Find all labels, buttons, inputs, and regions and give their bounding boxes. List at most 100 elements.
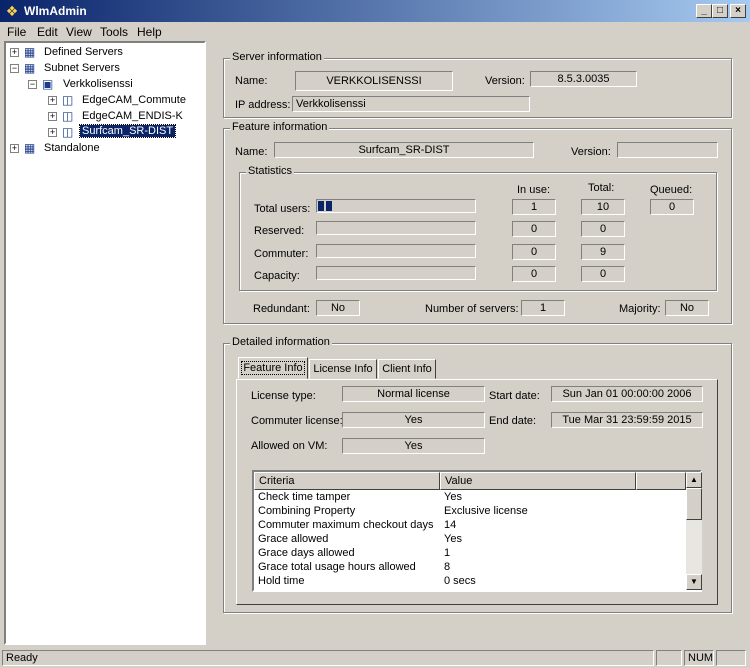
menu-tools[interactable]: Tools: [100, 25, 128, 39]
list-item-value: 14: [444, 519, 457, 531]
end-date-field: Tue Mar 31 23:59:59 2015: [551, 412, 703, 428]
tree-item-defined-servers[interactable]: Defined Servers: [44, 46, 123, 58]
column-header-criteria[interactable]: Criteria: [254, 472, 440, 490]
stat-in-use-field: 0: [512, 266, 556, 282]
column-header-value[interactable]: Value: [440, 472, 636, 490]
tree-item-subnet-servers[interactable]: Subnet Servers: [44, 62, 120, 74]
statistics-group: [239, 172, 717, 291]
list-item-criteria[interactable]: Grace total usage hours allowed: [258, 560, 416, 574]
stat-label: Reserved:: [254, 225, 305, 237]
tab-client-info[interactable]: Client Info: [378, 359, 436, 379]
server-name-field: VERKKOLISENSSI: [295, 71, 453, 91]
minimize-button[interactable]: _: [696, 4, 712, 18]
feature-version-field: [617, 142, 718, 158]
expand-icon[interactable]: +: [10, 144, 19, 153]
list-item-value: Yes: [444, 491, 462, 503]
label: Name:: [235, 146, 268, 158]
server-tree[interactable]: + ▦ Defined Servers − ▦ Subnet Servers −…: [4, 41, 206, 645]
tree-item-feature-selected[interactable]: Surfcam_SR-DIST: [78, 124, 177, 138]
tab-label: Client Info: [382, 363, 432, 375]
stat-in-use-field: 0: [512, 244, 556, 260]
expand-icon[interactable]: +: [10, 48, 19, 57]
start-date-field: Sun Jan 01 00:00:00 2006: [551, 386, 703, 402]
number-of-servers-field: 1: [521, 300, 565, 316]
stat-queued-field: 0: [650, 199, 694, 215]
majority-field: No: [665, 300, 709, 316]
stat-label: Capacity:: [254, 270, 300, 282]
list-item-value: 1: [444, 547, 451, 559]
stat-label: Commuter:: [254, 248, 309, 260]
menu-help[interactable]: Help: [137, 25, 162, 39]
panel-splitter[interactable]: [206, 41, 212, 645]
tab-feature-info[interactable]: Feature Info: [238, 357, 308, 379]
list-item-criteria[interactable]: Combining Property: [258, 504, 355, 518]
menu-bar: File Edit View Tools Help: [0, 22, 750, 41]
column-header: Queued:: [650, 184, 693, 196]
total-users-bar: [316, 199, 476, 213]
stat-total-field: 0: [581, 221, 625, 237]
window-icon: ◫: [62, 125, 74, 139]
maximize-button[interactable]: □: [712, 4, 728, 18]
list-item-value: Exclusive license: [444, 505, 528, 517]
list-item-criteria[interactable]: Grace days allowed: [258, 546, 355, 560]
group-title: Feature information: [230, 121, 330, 133]
close-button[interactable]: ×: [730, 4, 746, 18]
list-item-criteria[interactable]: Check time tamper: [258, 490, 350, 504]
total-users-bar-fill: [318, 201, 334, 211]
num-lock-indicator: NUM: [684, 650, 714, 666]
menu-view[interactable]: View: [66, 25, 92, 39]
scroll-down-icon[interactable]: ▼: [686, 574, 702, 590]
scroll-up-icon[interactable]: ▲: [686, 472, 702, 488]
label: Version:: [571, 146, 611, 158]
collapse-icon[interactable]: −: [10, 64, 19, 73]
list-item-criteria[interactable]: Grace allowed: [258, 532, 328, 546]
tree-item-server[interactable]: Verkkolisenssi: [63, 78, 133, 90]
feature-name-field: Surfcam_SR-DIST: [274, 142, 534, 158]
tree-item-feature[interactable]: EdgeCAM_Commute: [82, 94, 186, 106]
label: Start date:: [489, 390, 540, 402]
scroll-thumb[interactable]: [686, 488, 702, 520]
stat-in-use-field: 1: [512, 199, 556, 215]
tab-license-info[interactable]: License Info: [309, 359, 377, 379]
tab-label: License Info: [313, 363, 373, 375]
list-item-value: Yes: [444, 533, 462, 545]
expand-icon[interactable]: +: [48, 128, 57, 137]
stat-label: Total users:: [254, 203, 311, 215]
redundant-field: No: [316, 300, 360, 316]
computer-icon: ▣: [42, 77, 54, 91]
stat-in-use-field: 0: [512, 221, 556, 237]
label: Majority:: [619, 303, 661, 315]
column-header: Total:: [588, 182, 615, 194]
status-pane: [656, 650, 682, 666]
label: Commuter license:: [251, 415, 343, 427]
window-title: WlmAdmin: [24, 4, 87, 18]
window-icon: ◫: [62, 93, 74, 107]
expand-icon[interactable]: +: [48, 96, 57, 105]
status-pane: [716, 650, 746, 666]
title-bar: ❖ WlmAdmin _ □ ×: [0, 0, 750, 22]
expand-icon[interactable]: +: [48, 112, 57, 121]
commuter-bar: [316, 244, 476, 258]
status-bar: Ready NUM: [0, 648, 750, 668]
menu-edit[interactable]: Edit: [37, 25, 58, 39]
label: IP address:: [235, 99, 291, 111]
tree-item-standalone[interactable]: Standalone: [44, 142, 100, 154]
stat-total-field: 0: [581, 266, 625, 282]
list-item-criteria[interactable]: Commuter maximum checkout days: [258, 518, 433, 532]
allowed-on-vm-field: Yes: [342, 438, 485, 454]
menu-file[interactable]: File: [7, 25, 26, 39]
criteria-list[interactable]: Criteria Value Check time tamper Yes Com…: [252, 470, 702, 592]
ip-address-field: Verkkolisenssi: [292, 96, 530, 112]
app-icon[interactable]: ❖: [4, 3, 20, 19]
list-item-criteria[interactable]: Hold time: [258, 574, 304, 588]
label: Number of servers:: [425, 303, 519, 315]
group-title: Detailed information: [230, 336, 332, 348]
collapse-icon[interactable]: −: [28, 80, 37, 89]
label: Allowed on VM:: [251, 440, 328, 452]
license-type-field: Normal license: [342, 386, 485, 402]
tree-item-feature[interactable]: EdgeCAM_ENDIS-K: [82, 110, 183, 122]
commuter-license-field: Yes: [342, 412, 485, 428]
server-group-icon: ▦: [24, 61, 36, 75]
vertical-scrollbar[interactable]: ▲ ▼: [686, 472, 702, 590]
list-item-value: 0 secs: [444, 575, 476, 587]
